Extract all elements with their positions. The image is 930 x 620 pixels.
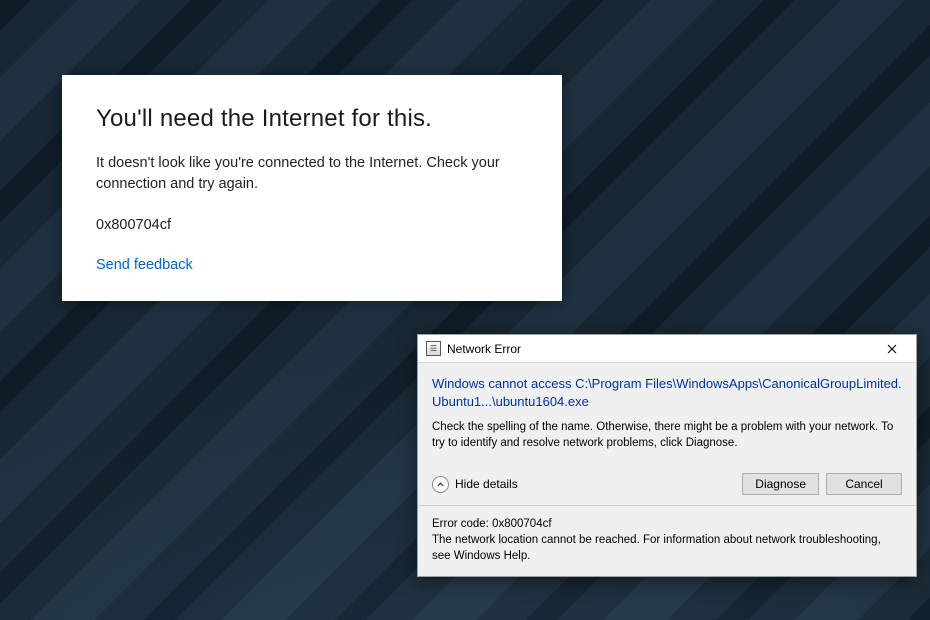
card-title: You'll need the Internet for this. xyxy=(96,105,528,133)
toggle-label: Hide details xyxy=(455,477,518,491)
hide-details-toggle[interactable]: Hide details xyxy=(432,476,518,493)
dialog-instruction: Check the spelling of the name. Otherwis… xyxy=(432,420,902,451)
close-button[interactable] xyxy=(872,337,912,361)
details-error-code: Error code: 0x800704cf xyxy=(432,516,902,532)
close-icon xyxy=(887,344,897,354)
send-feedback-link[interactable]: Send feedback xyxy=(96,257,528,273)
details-description: The network location cannot be reached. … xyxy=(432,532,902,564)
diagnose-button[interactable]: Diagnose xyxy=(742,473,819,495)
network-error-dialog: ☰ Network Error Windows cannot access C:… xyxy=(417,334,917,577)
chevron-up-icon xyxy=(432,476,449,493)
app-icon: ☰ xyxy=(426,341,441,356)
dialog-headline: Windows cannot access C:\Program Files\W… xyxy=(432,375,902,410)
dialog-titlebar[interactable]: ☰ Network Error xyxy=(418,335,916,363)
card-error-code: 0x800704cf xyxy=(96,217,528,233)
dialog-title: Network Error xyxy=(447,342,521,356)
internet-required-card: You'll need the Internet for this. It do… xyxy=(62,75,562,301)
dialog-details-panel: Error code: 0x800704cf The network locat… xyxy=(418,505,916,576)
card-body-text: It doesn't look like you're connected to… xyxy=(96,153,528,195)
cancel-button[interactable]: Cancel xyxy=(826,473,902,495)
